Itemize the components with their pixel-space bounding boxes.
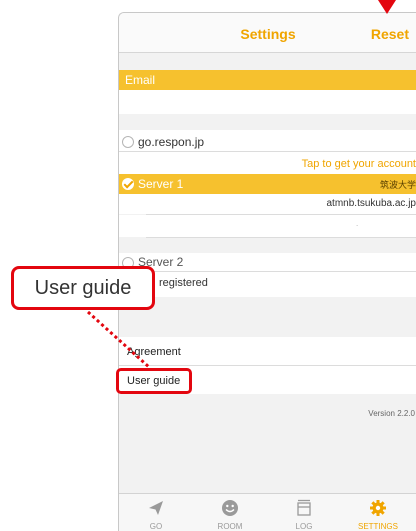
user-guide-callout: User guide [11, 266, 155, 310]
user-guide-highlight [116, 368, 192, 394]
